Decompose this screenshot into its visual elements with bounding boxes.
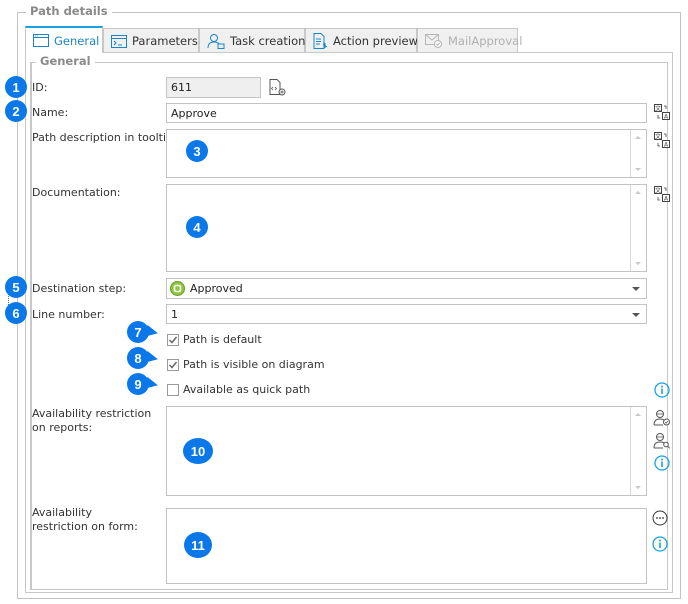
tab-action-preview[interactable]: Action preview (305, 28, 419, 53)
callout-badge-2: 2 (5, 100, 27, 122)
callout-badge-7: 7 (127, 321, 149, 343)
tab-mail-approval-label: MailApproval (448, 34, 523, 48)
reports-restriction-label: Availability restriction on reports: (32, 407, 152, 434)
path-default-checkbox[interactable] (167, 334, 179, 346)
svg-text:文: 文 (655, 187, 661, 195)
line-number-label: Line number: (32, 308, 105, 321)
documentation-textarea[interactable] (166, 184, 647, 272)
path-details-title: Path details (26, 4, 112, 18)
tab-mail-approval[interactable]: MailApproval (417, 28, 522, 53)
path-visible-checkbox[interactable] (167, 359, 179, 371)
tab-general-label: General (54, 33, 100, 48)
name-input[interactable]: Approve (166, 103, 647, 123)
window-icon (33, 34, 49, 47)
form-restriction-label: Availability restriction on form: (32, 506, 138, 533)
tooltip-label: Path description in tooltip: (32, 131, 177, 144)
more-options-icon[interactable] (651, 509, 669, 527)
quick-path-checkbox-row[interactable]: Available as quick path (167, 383, 310, 397)
tab-task-creation-label: Task creation (230, 34, 306, 48)
form-restriction-textarea[interactable] (166, 508, 647, 584)
console-icon (111, 34, 127, 48)
destination-step-dropdown[interactable]: Approved (166, 278, 647, 299)
path-visible-checkbox-row[interactable]: Path is visible on diagram (167, 358, 325, 372)
step-status-icon (170, 281, 185, 296)
callout-badge-10: 10 (183, 438, 213, 464)
callout-badge-6: 6 (5, 302, 27, 324)
svg-text:文: 文 (655, 133, 661, 141)
tab-parameters-label: Parameters (132, 34, 198, 48)
quick-path-info-icon[interactable] (653, 381, 671, 399)
tab-action-preview-label: Action preview (333, 34, 419, 48)
id-settings-icon[interactable] (268, 78, 288, 98)
callout-badge-9: 9 (127, 373, 149, 395)
user-assign-icon[interactable] (652, 408, 672, 426)
callout-badge-8: 8 (127, 347, 149, 369)
general-section-title: General (36, 54, 95, 68)
reports-restriction-textarea[interactable] (166, 406, 647, 496)
path-default-checkbox-row[interactable]: Path is default (167, 333, 262, 347)
chevron-down-icon (632, 313, 640, 317)
name-translate-icon[interactable]: 文A (653, 103, 671, 121)
quick-path-label: Available as quick path (183, 383, 311, 396)
user-search-icon[interactable] (652, 431, 672, 449)
tab-general[interactable]: General (25, 26, 103, 53)
reports-info-icon[interactable] (653, 454, 671, 472)
quick-path-checkbox[interactable] (167, 384, 179, 396)
callout-badge-1: 1 (5, 76, 27, 98)
chevron-down-icon (632, 287, 640, 291)
id-label: ID: (32, 81, 48, 94)
path-visible-label: Path is visible on diagram (183, 358, 325, 371)
documentation-label: Documentation: (32, 186, 121, 199)
path-default-label: Path is default (183, 333, 262, 346)
reports-restriction-scrollbar[interactable] (630, 407, 646, 495)
tooltip-scrollbar[interactable] (630, 130, 646, 177)
callout-badge-4: 4 (186, 216, 208, 238)
line-number-dropdown[interactable]: 1 (166, 304, 647, 324)
name-label: Name: (32, 106, 69, 119)
tooltip-textarea[interactable] (166, 129, 647, 178)
line-number-value: 1 (171, 307, 178, 321)
destination-step-label: Destination step: (32, 282, 127, 295)
callout-badge-3: 3 (186, 140, 208, 162)
documentation-translate-icon[interactable]: 文A (653, 185, 671, 203)
document-preview-icon (313, 33, 328, 49)
callout-badge-5: 5 (5, 276, 27, 298)
id-field: 611 (166, 77, 261, 98)
tab-parameters[interactable]: Parameters (103, 28, 199, 53)
mail-check-icon (425, 34, 443, 48)
svg-text:文: 文 (655, 105, 661, 113)
tab-task-creation[interactable]: Task creation (199, 28, 305, 53)
user-task-icon (207, 33, 225, 49)
form-info-icon[interactable] (651, 535, 669, 553)
destination-step-value: Approved (190, 282, 243, 295)
tooltip-translate-icon[interactable]: 文A (653, 131, 671, 149)
callout-badge-11: 11 (184, 532, 212, 558)
documentation-scrollbar[interactable] (630, 185, 646, 271)
